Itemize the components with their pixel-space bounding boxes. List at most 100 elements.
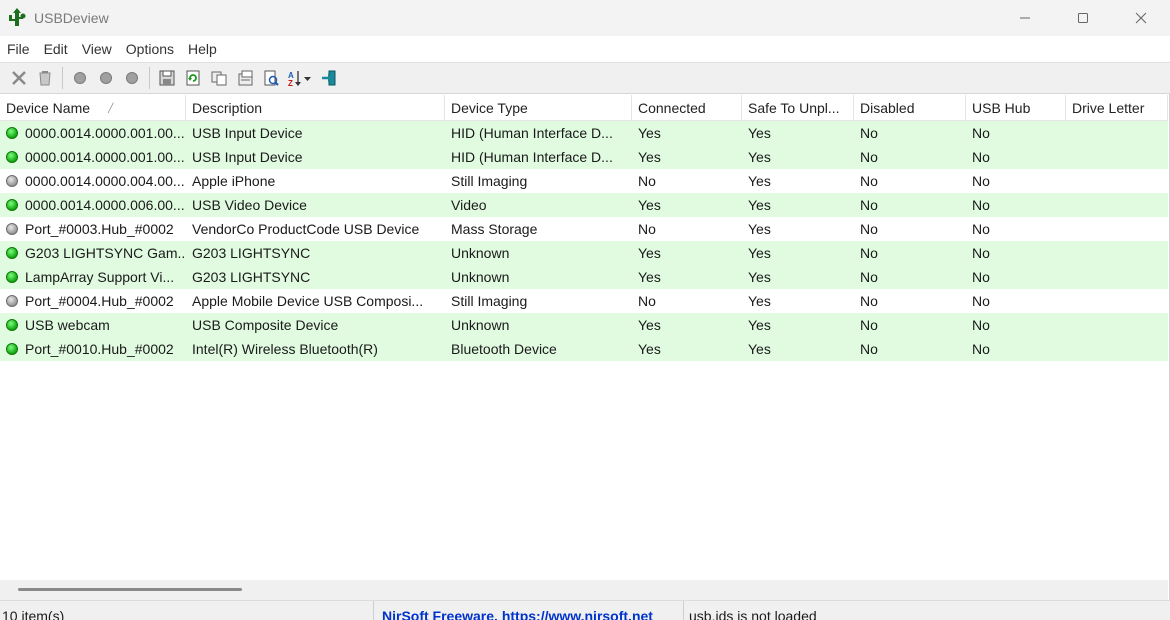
type-cell: Unknown <box>451 317 510 333</box>
scrollbar-thumb[interactable] <box>18 588 242 591</box>
enable-button[interactable] <box>93 66 119 90</box>
hub-cell: No <box>972 341 990 357</box>
properties-button[interactable] <box>232 66 258 90</box>
safe-cell: Yes <box>748 149 771 165</box>
enable-icon <box>100 72 112 84</box>
connected-status-icon <box>6 199 18 211</box>
properties-icon <box>238 70 253 86</box>
device-name-cell: USB webcam <box>0 313 186 337</box>
device-name-text: 0000.0014.0000.001.00... <box>25 149 185 165</box>
column-header-disabled[interactable]: Disabled <box>854 95 966 121</box>
column-header-description[interactable]: Description <box>186 95 445 121</box>
table-row[interactable]: Port_#0010.Hub_#0002 Intel(R) Wireless Bl… <box>0 337 1168 361</box>
column-header-device-name[interactable]: Device Name ╱ <box>0 95 186 121</box>
disabled-cell: No <box>860 293 878 309</box>
device-list[interactable]: Device Name ╱ Description Device Type Con… <box>0 95 1168 580</box>
table-row[interactable]: Port_#0004.Hub_#0002 Apple Mobile Device … <box>0 289 1168 313</box>
copy-icon <box>211 71 227 86</box>
uninstall-button[interactable] <box>6 66 32 90</box>
connected-cell: No <box>638 173 656 189</box>
maximize-button[interactable] <box>1054 0 1112 36</box>
device-name-text: Port_#0003.Hub_#0002 <box>25 221 174 237</box>
refresh-button[interactable] <box>180 66 206 90</box>
copy-button[interactable] <box>206 66 232 90</box>
type-cell: HID (Human Interface D... <box>451 125 613 141</box>
drive-cell <box>1066 241 1168 265</box>
table-row[interactable]: USB webcam USB Composite Device Unknown Yes… <box>0 313 1168 337</box>
disabled-cell: No <box>860 269 878 285</box>
table-row[interactable]: 0000.0014.0000.004.00... Apple iPhone Stil… <box>0 169 1168 193</box>
table-row[interactable]: 0000.0014.0000.001.00... USB Input Device… <box>0 145 1168 169</box>
nirsoft-link[interactable]: NirSoft Freeware. https://www.nirsoft.ne… <box>374 601 684 620</box>
description-cell: Apple Mobile Device USB Composi... <box>192 293 424 309</box>
connected-status-icon <box>6 271 18 283</box>
horizontal-scrollbar[interactable] <box>0 580 1168 600</box>
type-cell: Unknown <box>451 245 510 261</box>
device-name-text: Port_#0004.Hub_#0002 <box>25 293 174 309</box>
table-row[interactable]: G203 LIGHTSYNC Gam... G203 LIGHTSYNC Unkno… <box>0 241 1168 265</box>
exit-button[interactable] <box>316 66 342 90</box>
connected-status-icon <box>6 127 18 139</box>
disconnect-button[interactable] <box>32 66 58 90</box>
maximize-icon <box>1078 13 1088 23</box>
svg-text:Z: Z <box>288 79 293 87</box>
save-button[interactable] <box>154 66 180 90</box>
reconnect-button[interactable] <box>119 66 145 90</box>
table-row[interactable]: LampArray Support Vi... G203 LIGHTSYNC Unk… <box>0 265 1168 289</box>
disabled-cell: No <box>860 149 878 165</box>
safe-cell: Yes <box>748 317 771 333</box>
column-header-safe-to-unplug[interactable]: Safe To Unpl... <box>742 95 854 121</box>
column-header-device-type[interactable]: Device Type <box>445 95 632 121</box>
device-name-cell: G203 LIGHTSYNC Gam... <box>0 241 186 265</box>
hub-cell: No <box>972 245 990 261</box>
drive-cell <box>1066 289 1168 313</box>
device-name-cell: Port_#0003.Hub_#0002 <box>0 217 186 241</box>
type-cell: Still Imaging <box>451 293 528 309</box>
safe-cell: Yes <box>748 197 771 213</box>
table-row[interactable]: Port_#0003.Hub_#0002 VendorCo ProductCode… <box>0 217 1168 241</box>
hub-cell: No <box>972 125 990 141</box>
minimize-button[interactable] <box>996 0 1054 36</box>
connected-cell: Yes <box>638 197 661 213</box>
column-header-usb-hub[interactable]: USB Hub <box>966 95 1066 121</box>
connected-cell: Yes <box>638 341 661 357</box>
type-cell: Video <box>451 197 487 213</box>
device-name-cell: Port_#0004.Hub_#0002 <box>0 289 186 313</box>
device-name-text: Port_#0010.Hub_#0002 <box>25 341 174 357</box>
column-header-connected[interactable]: Connected <box>632 95 742 121</box>
sort-button[interactable]: AZ <box>284 66 316 90</box>
html-report-button[interactable] <box>258 66 284 90</box>
table-row[interactable]: 0000.0014.0000.006.00... USB Video Device… <box>0 193 1168 217</box>
close-button[interactable] <box>1112 0 1170 36</box>
safe-cell: Yes <box>748 269 771 285</box>
connected-status-icon <box>6 343 18 355</box>
list-header: Device Name ╱ Description Device Type Con… <box>0 95 1168 121</box>
type-cell: Mass Storage <box>451 221 538 237</box>
drive-cell <box>1066 337 1168 361</box>
type-cell: HID (Human Interface D... <box>451 149 613 165</box>
hub-cell: No <box>972 149 990 165</box>
column-header-drive-letter[interactable]: Drive Letter <box>1066 95 1168 121</box>
description-cell: VendorCo ProductCode USB Device <box>192 221 420 237</box>
toolbar: AZ <box>0 62 1170 94</box>
drive-cell <box>1066 145 1168 169</box>
device-name-cell: Port_#0010.Hub_#0002 <box>0 337 186 361</box>
disable-button[interactable] <box>67 66 93 90</box>
menu-options[interactable]: Options <box>119 36 181 62</box>
table-row[interactable]: 0000.0014.0000.001.00... USB Input Device… <box>0 121 1168 145</box>
connected-status-icon <box>6 151 18 163</box>
menu-file[interactable]: File <box>0 36 37 62</box>
refresh-icon <box>186 70 200 86</box>
connected-cell: Yes <box>638 149 661 165</box>
device-name-text: USB webcam <box>25 317 110 333</box>
safe-cell: Yes <box>748 173 771 189</box>
menu-edit[interactable]: Edit <box>37 36 75 62</box>
drive-cell <box>1066 217 1168 241</box>
device-name-cell: 0000.0014.0000.001.00... <box>0 121 186 145</box>
connected-cell: Yes <box>638 317 661 333</box>
menu-view[interactable]: View <box>75 36 119 62</box>
toolbar-separator <box>62 67 63 89</box>
connected-status-icon <box>6 247 18 259</box>
menu-help[interactable]: Help <box>181 36 224 62</box>
disabled-cell: No <box>860 125 878 141</box>
